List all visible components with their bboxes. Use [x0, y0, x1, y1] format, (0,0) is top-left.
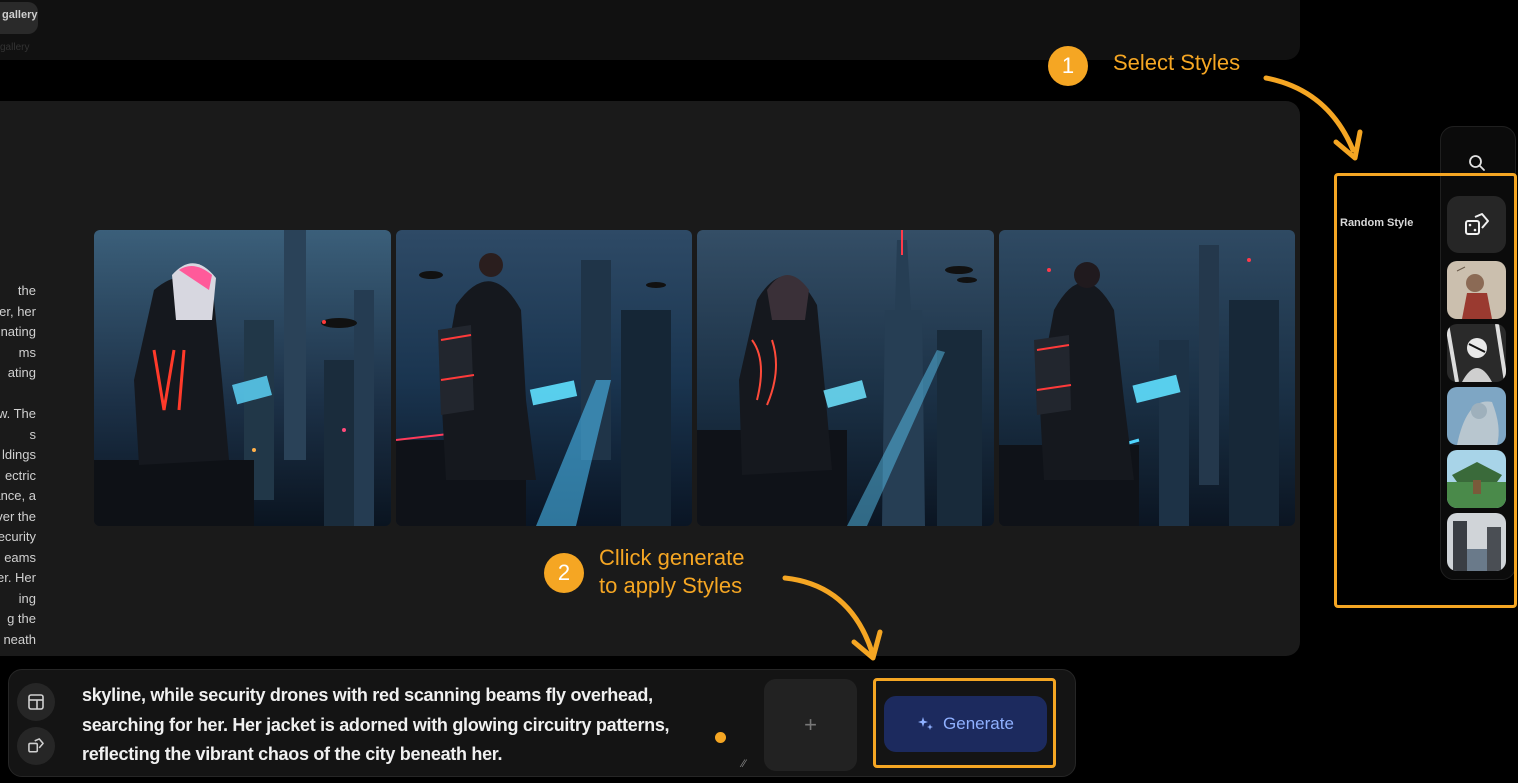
clipped-prompt-line: ectric: [4, 467, 36, 483]
prompt-line-1: skyline, while security drones with red …: [82, 685, 653, 705]
clipped-prompt-line: neath: [3, 631, 36, 647]
clipped-prompt-line: ms: [18, 344, 36, 360]
search-icon: [1469, 155, 1485, 171]
prompt-line-3: reflecting the vibrant chaos of the city…: [82, 744, 503, 764]
step2-badge: 2: [544, 553, 584, 593]
clipped-prompt-line: ver the: [0, 508, 36, 524]
layout-icon: [28, 694, 44, 710]
clipped-prompt-line: ing: [18, 590, 36, 606]
top-card: [0, 0, 1300, 60]
step2-text-line1: Cllick generate: [599, 545, 745, 570]
layout-button[interactable]: [17, 683, 55, 721]
step1-arrow: [1263, 75, 1363, 161]
gallery-image-4[interactable]: [999, 230, 1295, 526]
clipped-prompt-line: tance, a: [0, 488, 36, 503]
prompt-text-clipped: the er, her hinating ms ating w. The s ldings e…: [0, 281, 36, 646]
step2-text-line2: to apply Styles: [599, 573, 743, 598]
style-dice-button[interactable]: [17, 727, 55, 765]
prompt-line-2: searching for her. Her jacket is adorned…: [82, 714, 670, 735]
gallery-image-3[interactable]: [697, 230, 994, 526]
clipped-prompt-line: er, her: [0, 303, 36, 319]
styles-highlight-box: [1334, 173, 1517, 608]
clipped-prompt-line: her. Her: [0, 570, 36, 585]
clipped-prompt-line: ldings: [2, 447, 36, 462]
gallery-image-2[interactable]: [396, 230, 692, 526]
clipped-prompt-line: the: [17, 283, 36, 298]
clipped-prompt-line: ating: [7, 365, 36, 380]
clipped-prompt-line: s: [29, 426, 37, 442]
resize-handle-icon[interactable]: ⁄⁄: [742, 758, 746, 770]
status-dot: [715, 732, 726, 743]
top-faint-text: gallery: [0, 42, 30, 53]
step1-text: Select Styles: [1113, 50, 1241, 75]
clipped-prompt-line: w. The: [0, 406, 36, 421]
step1-badge: 1: [1048, 46, 1088, 86]
generate-highlight-box: [873, 678, 1056, 768]
dice-icon: [28, 738, 44, 753]
clipped-prompt-line: eams: [4, 549, 36, 565]
clipped-prompt-line: g the: [7, 611, 36, 626]
clipped-prompt-line: hinating: [0, 324, 36, 339]
gallery-image-1[interactable]: [94, 230, 391, 526]
step2-arrow: [782, 575, 883, 661]
add-image-button[interactable]: +: [764, 679, 857, 771]
prompt-input[interactable]: skyline, while security drones with red …: [82, 681, 742, 770]
clipped-prompt-line: [0, 384, 36, 405]
gallery-chip-top[interactable]: gallery: [0, 2, 38, 34]
clipped-prompt-line: ecurity: [0, 529, 36, 544]
